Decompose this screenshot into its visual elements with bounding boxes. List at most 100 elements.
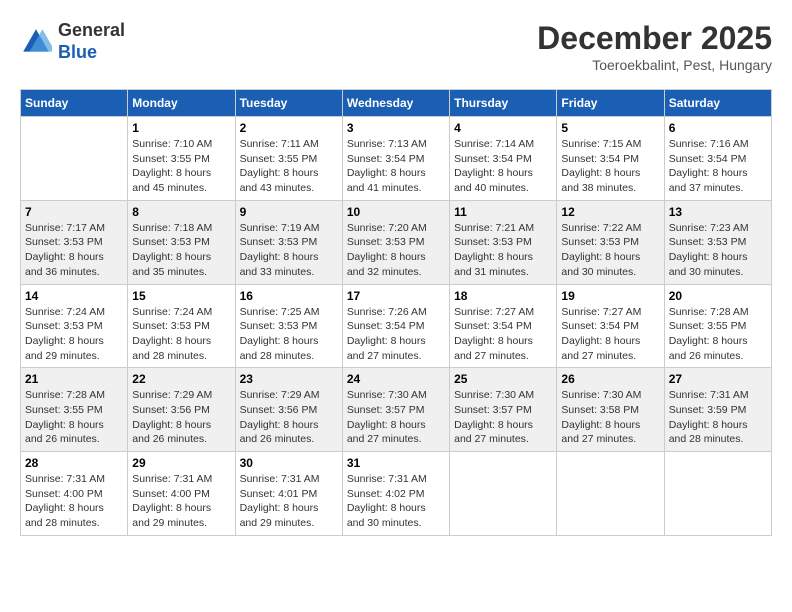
day-number: 23 xyxy=(240,372,338,386)
day-cell: 30 Sunrise: 7:31 AM Sunset: 4:01 PM Dayli… xyxy=(235,452,342,536)
day-info: Sunrise: 7:29 AM Sunset: 3:56 PM Dayligh… xyxy=(132,388,230,447)
day-number: 30 xyxy=(240,456,338,470)
day-cell: 19Sunrise: 7:27 AM Sunset: 3:54 PM Dayli… xyxy=(557,284,664,368)
day-info: Sunrise: 7:28 AM Sunset: 3:55 PM Dayligh… xyxy=(669,305,767,364)
day-number: 24 xyxy=(347,372,445,386)
day-cell: 15 Sunrise: 7:24 AM Sunset: 3:53 PM Dayli… xyxy=(128,284,235,368)
logo-general-text: General xyxy=(58,20,125,40)
day-cell: 10Sunrise: 7:20 AM Sunset: 3:53 PM Dayli… xyxy=(342,200,449,284)
day-cell: 21 Sunrise: 7:28 AM Sunset: 3:55 PM Dayli… xyxy=(21,368,128,452)
day-cell: 18Sunrise: 7:27 AM Sunset: 3:54 PM Dayli… xyxy=(450,284,557,368)
day-cell: 6Sunrise: 7:16 AM Sunset: 3:54 PM Daylig… xyxy=(664,117,771,201)
day-info: Sunrise: 7:30 AM Sunset: 3:57 PM Dayligh… xyxy=(347,388,445,447)
day-cell: 24 Sunrise: 7:30 AM Sunset: 3:57 PM Dayli… xyxy=(342,368,449,452)
day-cell: 23 Sunrise: 7:29 AM Sunset: 3:56 PM Dayli… xyxy=(235,368,342,452)
day-cell: 9 Sunrise: 7:19 AM Sunset: 3:53 PM Daylig… xyxy=(235,200,342,284)
day-number: 21 xyxy=(25,372,123,386)
day-number: 9 xyxy=(240,205,338,219)
day-cell: 27 Sunrise: 7:31 AM Sunset: 3:59 PM Dayli… xyxy=(664,368,771,452)
day-cell: 3 Sunrise: 7:13 AM Sunset: 3:54 PM Daylig… xyxy=(342,117,449,201)
logo: General Blue xyxy=(20,20,125,63)
day-number: 7 xyxy=(25,205,123,219)
day-info: Sunrise: 7:18 AM Sunset: 3:53 PM Dayligh… xyxy=(132,221,230,280)
day-info: Sunrise: 7:10 AM Sunset: 3:55 PM Dayligh… xyxy=(132,137,230,196)
day-info: Sunrise: 7:31 AM Sunset: 4:00 PM Dayligh… xyxy=(25,472,123,531)
day-info: Sunrise: 7:19 AM Sunset: 3:53 PM Dayligh… xyxy=(240,221,338,280)
day-number: 8 xyxy=(132,205,230,219)
day-info: Sunrise: 7:27 AM Sunset: 3:54 PM Dayligh… xyxy=(561,305,659,364)
day-header-tuesday: Tuesday xyxy=(235,90,342,117)
calendar-week-row: 21 Sunrise: 7:28 AM Sunset: 3:55 PM Dayli… xyxy=(21,368,772,452)
day-info: Sunrise: 7:17 AM Sunset: 3:53 PM Dayligh… xyxy=(25,221,123,280)
day-number: 15 xyxy=(132,289,230,303)
day-number: 27 xyxy=(669,372,767,386)
day-number: 12 xyxy=(561,205,659,219)
day-cell: 11Sunrise: 7:21 AM Sunset: 3:53 PM Dayli… xyxy=(450,200,557,284)
day-info: Sunrise: 7:23 AM Sunset: 3:53 PM Dayligh… xyxy=(669,221,767,280)
day-header-sunday: Sunday xyxy=(21,90,128,117)
day-number: 28 xyxy=(25,456,123,470)
day-number: 17 xyxy=(347,289,445,303)
day-info: Sunrise: 7:14 AM Sunset: 3:54 PM Dayligh… xyxy=(454,137,552,196)
day-info: Sunrise: 7:26 AM Sunset: 3:54 PM Dayligh… xyxy=(347,305,445,364)
day-info: Sunrise: 7:31 AM Sunset: 4:02 PM Dayligh… xyxy=(347,472,445,531)
day-info: Sunrise: 7:24 AM Sunset: 3:53 PM Dayligh… xyxy=(132,305,230,364)
day-cell: 20 Sunrise: 7:28 AM Sunset: 3:55 PM Dayli… xyxy=(664,284,771,368)
day-info: Sunrise: 7:25 AM Sunset: 3:53 PM Dayligh… xyxy=(240,305,338,364)
month-title: December 2025 xyxy=(537,20,772,57)
day-header-friday: Friday xyxy=(557,90,664,117)
day-info: Sunrise: 7:31 AM Sunset: 3:59 PM Dayligh… xyxy=(669,388,767,447)
logo-icon xyxy=(20,26,52,58)
empty-day-cell xyxy=(557,452,664,536)
day-header-monday: Monday xyxy=(128,90,235,117)
day-info: Sunrise: 7:13 AM Sunset: 3:54 PM Dayligh… xyxy=(347,137,445,196)
page-header: General Blue December 2025 Toeroekbalint… xyxy=(20,20,772,73)
day-cell: 12Sunrise: 7:22 AM Sunset: 3:53 PM Dayli… xyxy=(557,200,664,284)
day-number: 16 xyxy=(240,289,338,303)
day-info: Sunrise: 7:28 AM Sunset: 3:55 PM Dayligh… xyxy=(25,388,123,447)
day-info: Sunrise: 7:27 AM Sunset: 3:54 PM Dayligh… xyxy=(454,305,552,364)
day-number: 25 xyxy=(454,372,552,386)
day-cell: 4 Sunrise: 7:14 AM Sunset: 3:54 PM Daylig… xyxy=(450,117,557,201)
day-number: 3 xyxy=(347,121,445,135)
day-cell: 1 Sunrise: 7:10 AM Sunset: 3:55 PM Daylig… xyxy=(128,117,235,201)
day-cell: 14 Sunrise: 7:24 AM Sunset: 3:53 PM Dayli… xyxy=(21,284,128,368)
day-info: Sunrise: 7:30 AM Sunset: 3:58 PM Dayligh… xyxy=(561,388,659,447)
logo-blue-text: Blue xyxy=(58,42,97,62)
day-number: 13 xyxy=(669,205,767,219)
day-info: Sunrise: 7:24 AM Sunset: 3:53 PM Dayligh… xyxy=(25,305,123,364)
day-number: 1 xyxy=(132,121,230,135)
day-cell: 2Sunrise: 7:11 AM Sunset: 3:55 PM Daylig… xyxy=(235,117,342,201)
day-cell: 8 Sunrise: 7:18 AM Sunset: 3:53 PM Daylig… xyxy=(128,200,235,284)
day-number: 6 xyxy=(669,121,767,135)
title-block: December 2025 Toeroekbalint, Pest, Hunga… xyxy=(537,20,772,73)
day-cell: 22 Sunrise: 7:29 AM Sunset: 3:56 PM Dayli… xyxy=(128,368,235,452)
day-cell: 26 Sunrise: 7:30 AM Sunset: 3:58 PM Dayli… xyxy=(557,368,664,452)
day-cell: 31 Sunrise: 7:31 AM Sunset: 4:02 PM Dayli… xyxy=(342,452,449,536)
day-cell: 13 Sunrise: 7:23 AM Sunset: 3:53 PM Dayli… xyxy=(664,200,771,284)
day-info: Sunrise: 7:31 AM Sunset: 4:01 PM Dayligh… xyxy=(240,472,338,531)
calendar-week-row: 1 Sunrise: 7:10 AM Sunset: 3:55 PM Daylig… xyxy=(21,117,772,201)
day-number: 5 xyxy=(561,121,659,135)
day-number: 20 xyxy=(669,289,767,303)
calendar-header-row: SundayMondayTuesdayWednesdayThursdayFrid… xyxy=(21,90,772,117)
day-number: 4 xyxy=(454,121,552,135)
calendar-table: SundayMondayTuesdayWednesdayThursdayFrid… xyxy=(20,89,772,536)
day-cell: 7 Sunrise: 7:17 AM Sunset: 3:53 PM Daylig… xyxy=(21,200,128,284)
calendar-week-row: 7 Sunrise: 7:17 AM Sunset: 3:53 PM Daylig… xyxy=(21,200,772,284)
day-number: 22 xyxy=(132,372,230,386)
day-header-wednesday: Wednesday xyxy=(342,90,449,117)
day-cell: 5 Sunrise: 7:15 AM Sunset: 3:54 PM Daylig… xyxy=(557,117,664,201)
calendar-week-row: 14 Sunrise: 7:24 AM Sunset: 3:53 PM Dayli… xyxy=(21,284,772,368)
day-number: 14 xyxy=(25,289,123,303)
day-cell: 25 Sunrise: 7:30 AM Sunset: 3:57 PM Dayli… xyxy=(450,368,557,452)
day-info: Sunrise: 7:29 AM Sunset: 3:56 PM Dayligh… xyxy=(240,388,338,447)
day-cell: 29Sunrise: 7:31 AM Sunset: 4:00 PM Dayli… xyxy=(128,452,235,536)
day-info: Sunrise: 7:15 AM Sunset: 3:54 PM Dayligh… xyxy=(561,137,659,196)
empty-day-cell xyxy=(21,117,128,201)
day-header-thursday: Thursday xyxy=(450,90,557,117)
day-info: Sunrise: 7:30 AM Sunset: 3:57 PM Dayligh… xyxy=(454,388,552,447)
day-cell: 17 Sunrise: 7:26 AM Sunset: 3:54 PM Dayli… xyxy=(342,284,449,368)
day-number: 31 xyxy=(347,456,445,470)
day-number: 26 xyxy=(561,372,659,386)
